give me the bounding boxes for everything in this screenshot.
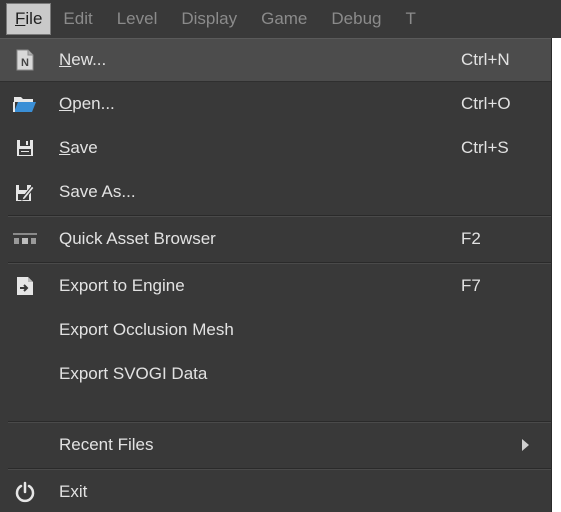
menu-item-quick-asset-browser-shortcut: F2 <box>461 229 481 248</box>
floppy-disk-icon <box>0 126 50 170</box>
menu-item-new[interactable]: N New... Ctrl+N <box>0 38 551 82</box>
export-icon <box>0 264 50 308</box>
menu-item-icon-placeholder <box>0 308 50 352</box>
menu-item-save[interactable]: Save Ctrl+S <box>0 126 551 170</box>
menu-game[interactable]: Game <box>249 0 319 38</box>
menu-item-export-to-engine-shortcut: F7 <box>461 276 481 295</box>
menu-level[interactable]: Level <box>105 0 170 38</box>
menu-item-save-as[interactable]: Save As... <box>0 170 551 214</box>
submenu-arrow-icon <box>522 439 529 451</box>
menu-item-quick-asset-browser[interactable]: Quick Asset Browser F2 <box>0 217 551 261</box>
menu-item-save-label: Save <box>50 138 461 158</box>
open-label-rest: pen... <box>72 94 115 113</box>
menu-item-open[interactable]: Open... Ctrl+O <box>0 82 551 126</box>
open-mnemonic: O <box>59 94 73 113</box>
menu-item-save-as-label: Save As... <box>59 182 136 201</box>
menu-file-rest: ile <box>25 9 43 28</box>
menu-item-export-occlusion-mesh[interactable]: Export Occlusion Mesh <box>0 308 551 352</box>
menu-item-icon-placeholder <box>0 423 50 467</box>
menu-item-export-to-engine[interactable]: Export to Engine F7 <box>0 264 551 308</box>
power-icon <box>0 470 50 512</box>
asset-browser-icon <box>0 217 50 261</box>
new-file-icon: N <box>0 38 50 82</box>
menu-item-open-shortcut: Ctrl+O <box>461 94 511 113</box>
new-mnemonic: N <box>59 50 72 69</box>
menu-debug[interactable]: Debug <box>319 0 393 38</box>
menu-item-export-to-engine-label: Export to Engine <box>59 276 185 295</box>
menu-item-new-shortcut: Ctrl+N <box>461 50 510 69</box>
menu-edit[interactable]: Edit <box>51 0 104 38</box>
menu-tools-truncated[interactable]: T <box>394 0 428 38</box>
menu-item-exit-label: Exit <box>59 482 88 501</box>
save-as-icon <box>0 170 50 214</box>
menu-file-mnemonic: F <box>15 9 26 28</box>
menu-item-quick-asset-browser-label: Quick Asset Browser <box>59 229 216 248</box>
menu-bar: File Edit Level Display Game Debug T <box>0 0 561 38</box>
save-label-rest: ave <box>70 138 98 157</box>
menu-item-recent-files[interactable]: Recent Files <box>0 423 551 467</box>
new-label-rest: ew... <box>71 50 107 69</box>
file-menu-dropdown: N New... Ctrl+N Open... Ctrl+O Save Ctrl… <box>0 38 552 512</box>
svg-text:N: N <box>21 57 29 69</box>
menu-display[interactable]: Display <box>169 0 249 38</box>
menu-item-icon-placeholder <box>0 352 50 396</box>
menu-item-save-shortcut: Ctrl+S <box>461 138 509 157</box>
save-mnemonic: S <box>59 138 71 157</box>
open-folder-icon <box>0 82 50 126</box>
menu-item-export-occlusion-mesh-label: Export Occlusion Mesh <box>59 320 234 339</box>
menu-item-recent-files-label: Recent Files <box>59 435 154 454</box>
menu-item-export-svogi-data-label: Export SVOGI Data <box>59 364 208 383</box>
menu-item-exit[interactable]: Exit <box>0 470 551 512</box>
menu-file[interactable]: File <box>6 3 52 35</box>
menu-item-new-label: New... <box>50 50 461 70</box>
menu-item-open-label: Open... <box>50 94 461 114</box>
menu-item-export-svogi-data[interactable]: Export SVOGI Data <box>0 352 551 396</box>
app-root: File Edit Level Display Game Debug T N N… <box>0 0 561 512</box>
